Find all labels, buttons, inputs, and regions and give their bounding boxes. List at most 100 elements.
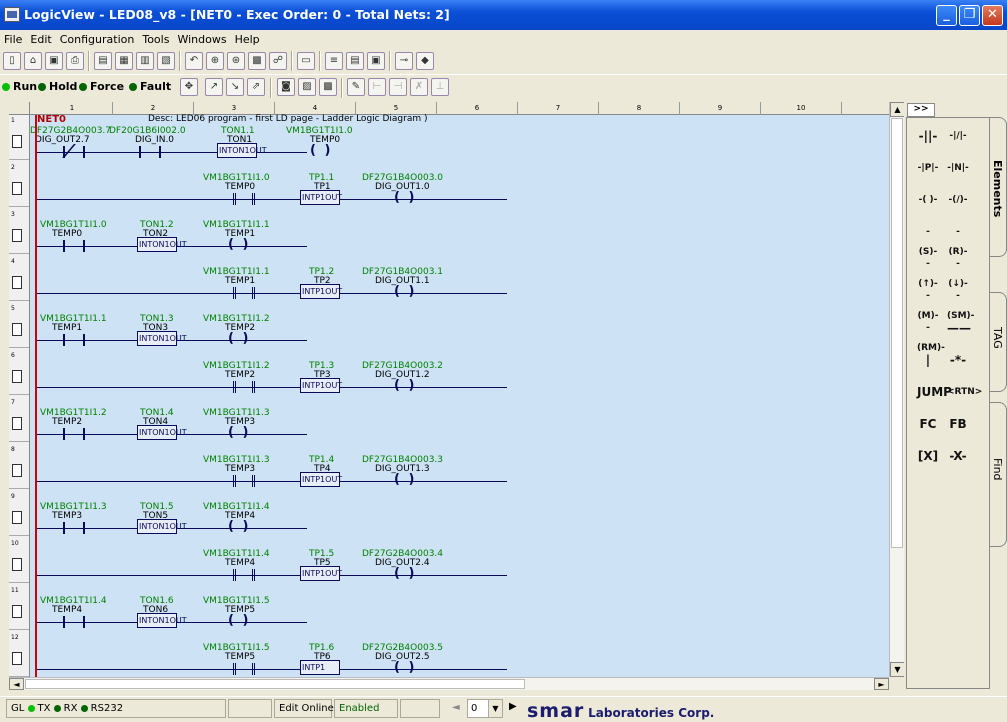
diamond-icon[interactable]: ◆ [416, 52, 434, 70]
panel-expand-tab[interactable]: >> [907, 103, 935, 117]
edit-icon[interactable]: ✎ [347, 78, 365, 96]
download-icon[interactable]: ⊛ [227, 52, 245, 70]
horizontal-scrollbar[interactable]: ◄ ► [9, 677, 889, 690]
row-number[interactable]: 10 [9, 538, 29, 583]
status-empty [228, 699, 272, 718]
element-tool-14[interactable]: —— [947, 318, 971, 340]
element-tool-2[interactable]: -|/|- [947, 126, 969, 148]
menu-configuration[interactable]: Configuration [56, 30, 139, 46]
element-tool-11[interactable]: -(M)- [917, 286, 939, 321]
element-tool-12[interactable]: -(SM)- [947, 286, 974, 321]
chevron-down-icon[interactable]: ▼ [488, 700, 502, 717]
row-number[interactable]: 8 [9, 444, 29, 489]
tab-find[interactable]: Find [990, 402, 1007, 547]
row-number-column: 1 2 3 4 5 6 7 8 9 10 11 12 [9, 102, 30, 677]
delete-icon[interactable]: ✗ [410, 78, 428, 96]
row-number[interactable]: 7 [9, 397, 29, 442]
view3-icon[interactable]: ▩ [319, 78, 337, 96]
save-icon[interactable]: ▣ [45, 52, 63, 70]
row-number[interactable]: 11 [9, 585, 29, 630]
scroll-right-icon[interactable]: ► [874, 678, 889, 690]
row-number[interactable]: 3 [9, 209, 29, 254]
tab-tag[interactable]: TAG [990, 292, 1007, 392]
insert-branch-icon[interactable]: ⊣ [389, 78, 407, 96]
run-button[interactable]: Run [2, 80, 37, 93]
print-icon[interactable]: ⎙ [66, 52, 84, 70]
tab-elements[interactable]: Elements [990, 117, 1007, 257]
element-tool-20[interactable]: FB [947, 414, 969, 436]
element-tool-13[interactable]: -(RM)- [917, 318, 945, 353]
find-icon[interactable]: ☍ [269, 52, 287, 70]
comm-icon[interactable]: ⊸ [395, 52, 413, 70]
page-icon[interactable]: ▭ [297, 52, 315, 70]
force-on-icon[interactable]: ↗ [205, 78, 223, 96]
menu-edit[interactable]: Edit [26, 30, 55, 46]
hold-status-icon [38, 83, 46, 91]
element-tool-21[interactable]: [X] [917, 446, 939, 468]
windows-icon[interactable]: ▥ [136, 52, 154, 70]
gl-label: GL [11, 703, 25, 714]
element-tool-7[interactable]: -(S)- [917, 222, 939, 257]
close-button[interactable]: ✕ [982, 5, 1003, 26]
scroll-left-icon[interactable]: ◄ [9, 678, 24, 690]
vertical-scrollbar[interactable]: ▲ ▼ [889, 102, 905, 677]
page-prev-icon[interactable]: ◄ [452, 702, 460, 713]
open-icon[interactable]: ⌂ [24, 52, 42, 70]
grid-icon[interactable]: ▦ [115, 52, 133, 70]
scroll-down-icon[interactable]: ▼ [890, 662, 905, 677]
hscroll-thumb[interactable] [25, 679, 525, 689]
row-number[interactable]: 4 [9, 256, 29, 301]
hold-button[interactable]: Hold [38, 80, 77, 93]
nets-icon[interactable]: ▤ [346, 52, 364, 70]
arrows-icon[interactable]: ✥ [180, 78, 198, 96]
force-button[interactable]: Force [79, 80, 124, 93]
element-tool-6[interactable]: -(/)- [947, 190, 969, 212]
menu-windows[interactable]: Windows [173, 30, 230, 46]
page-select[interactable]: 0 ▼ [467, 699, 503, 718]
element-tool-16[interactable]: -*- [947, 350, 969, 372]
element-tool-1[interactable]: -||- [917, 126, 939, 148]
view-icon[interactable]: ▤ [94, 52, 112, 70]
screen-icon[interactable]: ◙ [277, 78, 295, 96]
element-tool-22[interactable]: -X- [947, 446, 969, 468]
list-icon[interactable]: ≡ [325, 52, 343, 70]
element-tool-17[interactable]: JUMP [917, 382, 952, 404]
cut-rung-icon[interactable]: ⊥ [431, 78, 449, 96]
element-tool-8[interactable]: -(R)- [947, 222, 969, 257]
scroll-thumb[interactable] [891, 118, 903, 548]
row-number[interactable]: 12 [9, 632, 29, 677]
element-tool-15[interactable]: | [917, 350, 939, 372]
row-number[interactable]: 9 [9, 491, 29, 536]
fault-button[interactable]: Fault [129, 80, 171, 93]
insert-rung-icon[interactable]: ⊢ [368, 78, 386, 96]
exec-icon[interactable]: ▩ [248, 52, 266, 70]
compile-icon[interactable]: ⊕ [206, 52, 224, 70]
element-tool-4[interactable]: -|N|- [947, 158, 969, 180]
row-number[interactable]: 5 [9, 303, 29, 348]
row-number[interactable]: 6 [9, 350, 29, 395]
force-off-icon[interactable]: ↘ [226, 78, 244, 96]
monitor-icon[interactable]: ▣ [367, 52, 385, 70]
row-number[interactable]: 1 [9, 115, 29, 160]
element-tool-10[interactable]: -(↓)- [947, 254, 969, 289]
page-next-icon[interactable]: ▶ [509, 701, 517, 712]
element-tool-9[interactable]: -(↑)- [917, 254, 939, 289]
view2-icon[interactable]: ▨ [298, 78, 316, 96]
table-icon[interactable]: ▧ [157, 52, 175, 70]
row-doc-icon [12, 652, 22, 665]
menu-tools[interactable]: Tools [138, 30, 173, 46]
menu-help[interactable]: Help [231, 30, 264, 46]
new-icon[interactable]: ▯ [3, 52, 21, 70]
maximize-button[interactable]: ❐ [959, 5, 980, 26]
ladder-diagram[interactable]: DF27G2B4O003.7 DIG_OUT2.7 DF20G1B6I002.0 DI… [30, 115, 889, 677]
minimize-button[interactable]: _ [936, 5, 957, 26]
scroll-up-icon[interactable]: ▲ [890, 102, 905, 117]
row-number[interactable]: 2 [9, 162, 29, 207]
element-tool-19[interactable]: FC [917, 414, 939, 436]
undo-icon[interactable]: ↶ [185, 52, 203, 70]
element-tool-18[interactable]: <RTN> [947, 382, 982, 404]
safe-icon[interactable]: ⇗ [247, 78, 265, 96]
menu-file[interactable]: File [0, 30, 26, 46]
element-tool-5[interactable]: -( )- [917, 190, 939, 212]
element-tool-3[interactable]: -|P|- [917, 158, 939, 180]
